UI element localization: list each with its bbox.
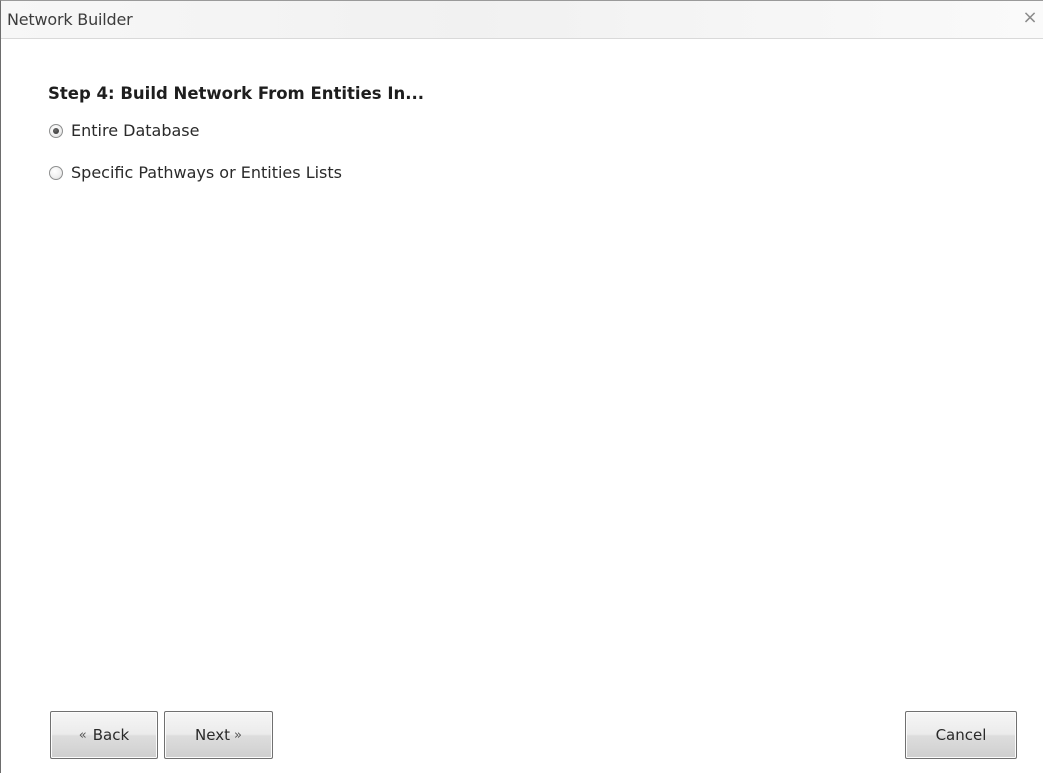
next-button-label: Next — [195, 726, 230, 744]
cancel-button-label: Cancel — [935, 726, 987, 744]
back-button-label: Back — [92, 726, 130, 744]
next-button[interactable]: Next » — [164, 711, 273, 759]
back-button[interactable]: « Back — [50, 711, 158, 759]
chevron-right-icon: » — [233, 727, 242, 743]
dialog-content: Step 4: Build Network From Entities In..… — [1, 39, 1043, 774]
cancel-button[interactable]: Cancel — [905, 711, 1017, 759]
option-specific-pathways[interactable]: Specific Pathways or Entities Lists — [49, 163, 342, 182]
option-entire-database[interactable]: Entire Database — [49, 121, 199, 140]
radio-specific-pathways[interactable] — [49, 165, 63, 180]
network-builder-dialog: Network Builder × Step 4: Build Network … — [0, 0, 1043, 773]
chevron-left-icon: « — [78, 727, 87, 743]
step-heading: Step 4: Build Network From Entities In..… — [48, 84, 425, 103]
option-label-entire-database[interactable]: Entire Database — [71, 121, 199, 140]
close-icon[interactable]: × — [1019, 7, 1041, 29]
option-label-specific-pathways[interactable]: Specific Pathways or Entities Lists — [71, 163, 342, 182]
window-title: Network Builder — [7, 10, 133, 29]
title-bar: Network Builder × — [1, 1, 1043, 39]
radio-entire-database[interactable] — [49, 123, 63, 138]
